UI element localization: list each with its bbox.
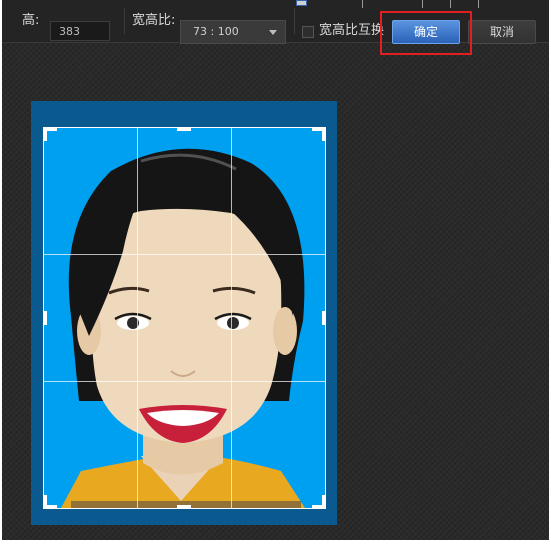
chevron-down-icon (269, 30, 277, 35)
height-label: 高: (22, 13, 40, 28)
height-value: 383 (59, 25, 80, 38)
window-icon (296, 0, 307, 6)
crop-grid-line (44, 381, 325, 382)
aspect-ratio-value: 73 : 100 (193, 25, 239, 38)
crop-handle-top[interactable] (177, 128, 191, 131)
aspect-ratio-label: 宽高比: (132, 13, 176, 28)
crop-grid-line (231, 128, 232, 508)
toolbar-divider (124, 8, 125, 34)
toolbar-divider (294, 8, 295, 34)
height-input[interactable]: 383 (50, 21, 110, 41)
crop-handle-bottom-left[interactable] (44, 495, 57, 508)
toolbar-tick (362, 0, 363, 8)
crop-handle-right[interactable] (322, 311, 325, 325)
aspect-ratio-select[interactable]: 73 : 100 (180, 20, 286, 44)
crop-handle-top-right[interactable] (312, 128, 325, 141)
crop-grid-line (137, 128, 138, 508)
swap-aspect-checkbox[interactable] (302, 26, 314, 38)
editor-frame: 高: 383 宽高比: 73 : 100 宽高比互换 确定 取消 (2, 0, 549, 540)
confirm-highlight-box (380, 11, 472, 55)
crop-handle-left[interactable] (44, 311, 47, 325)
toolbar-tick (450, 0, 451, 8)
swap-aspect-label: 宽高比互换 (319, 23, 385, 38)
crop-handle-top-left[interactable] (44, 128, 57, 141)
crop-handle-bottom-right[interactable] (312, 495, 325, 508)
crop-selection[interactable] (43, 127, 326, 509)
crop-handle-bottom[interactable] (177, 505, 191, 508)
crop-grid-line (44, 254, 325, 255)
cancel-button[interactable]: 取消 (468, 20, 536, 44)
toolbar-tick (422, 0, 423, 8)
toolbar-tick (478, 0, 479, 8)
